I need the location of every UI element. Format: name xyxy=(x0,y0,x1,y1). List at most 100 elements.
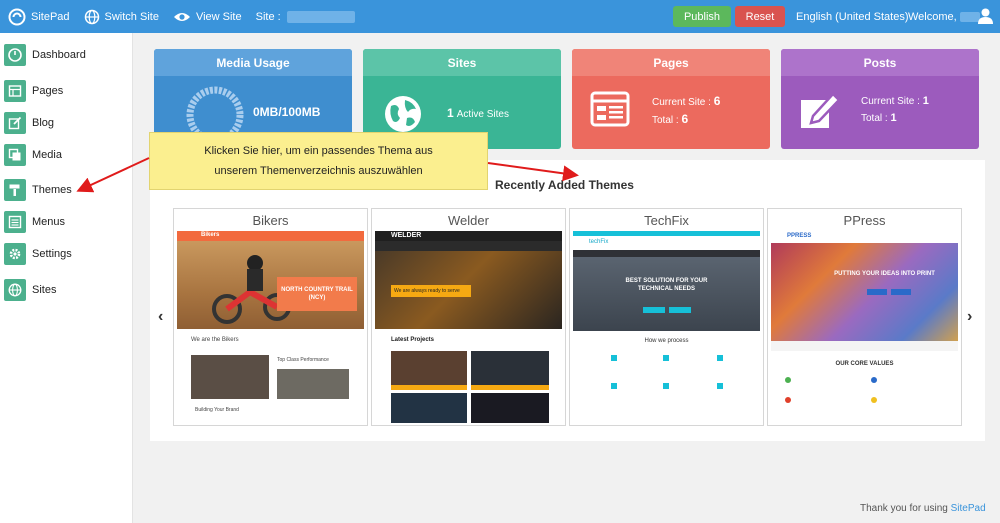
current-site-pages: 6 xyxy=(713,94,721,108)
card-title: Sites xyxy=(363,49,561,76)
dashboard-icon xyxy=(4,44,26,66)
site-name-redacted xyxy=(286,10,355,23)
theme-card-ppress[interactable]: PPress PPRESS PUTTING YOUR IDEAS INTO PR… xyxy=(767,208,962,426)
menus-icon xyxy=(4,211,26,233)
carousel-next-button[interactable]: › xyxy=(967,308,972,326)
card-title: Media Usage xyxy=(154,49,352,76)
sidebar-item-media[interactable]: Media xyxy=(4,143,62,167)
media-usage-value: 0MB/100MB xyxy=(253,105,321,119)
total-label: Total : xyxy=(652,115,679,126)
preview-feature: Top Class Performance xyxy=(277,357,329,363)
language-selector[interactable]: English (United States) xyxy=(796,11,909,23)
theme-preview: PPRESS PUTTING YOUR IDEAS INTO PRINT OUR… xyxy=(771,231,958,423)
sidebar-item-label: Sites xyxy=(32,284,57,296)
theme-name: Bikers xyxy=(252,212,289,228)
pages-card[interactable]: Pages Current Site : 6 Total : 6 xyxy=(572,49,770,149)
gear-icon xyxy=(4,243,26,265)
sidebar-item-label: Settings xyxy=(32,248,72,260)
preview-process: How we process xyxy=(644,338,689,344)
view-site-label: View Site xyxy=(195,10,242,23)
themes-hint-tooltip: Klicken Sie hier, um ein passendes Thema… xyxy=(149,132,488,190)
theme-card-bikers[interactable]: Bikers Bikers NORTH COUNTRY TRAIL (NCY) … xyxy=(173,208,368,426)
theme-name: Welder xyxy=(448,212,489,228)
sidebar-item-label: Media xyxy=(32,149,62,161)
footer-sitepad-link[interactable]: SitePad xyxy=(951,503,986,514)
edit-icon xyxy=(801,92,841,128)
active-sites-label: Active Sites xyxy=(456,109,509,120)
current-site-label: Current Site : xyxy=(652,97,711,108)
reset-button[interactable]: Reset xyxy=(735,6,785,27)
sidebar-item-sites[interactable]: Sites xyxy=(4,278,56,302)
blog-icon xyxy=(4,112,26,134)
preview-build: Building Your Brand xyxy=(195,407,239,413)
tooltip-line-1: Klicken Sie hier, um ein passendes Thema… xyxy=(204,145,433,157)
welcome-text: Welcome, xyxy=(908,11,980,23)
globe-icon xyxy=(385,96,421,132)
recent-themes-title: Recently Added Themes xyxy=(495,178,634,192)
carousel-prev-button[interactable]: ‹ xyxy=(158,308,163,326)
welcome-label: Welcome, xyxy=(908,11,957,23)
media-icon xyxy=(4,144,26,166)
sidebar-item-dashboard[interactable]: Dashboard xyxy=(4,43,86,67)
preview-hero-text: We are always ready to serve xyxy=(394,288,460,294)
theme-name: TechFix xyxy=(644,212,689,228)
preview-values: OUR CORE VALUES xyxy=(835,361,894,367)
pages-stats: Current Site : 6 Total : 6 xyxy=(652,93,720,129)
sidebar-item-settings[interactable]: Settings xyxy=(4,242,72,266)
eye-icon xyxy=(173,12,190,21)
theme-preview: techFix BEST SOLUTION FOR YOUR TECHNICAL… xyxy=(573,231,760,423)
theme-card-techfix[interactable]: TechFix techFix BEST SOLUTION FOR YOUR T… xyxy=(569,208,764,426)
brand[interactable]: SitePad xyxy=(8,8,70,26)
preview-about: We are the Bikers xyxy=(191,337,239,343)
theme-preview: WELDER We are always ready to serve Late… xyxy=(375,231,562,423)
brand-name: SitePad xyxy=(31,10,70,23)
switch-site-link[interactable]: Switch Site xyxy=(84,9,159,25)
sidebar-item-themes[interactable]: Themes xyxy=(4,178,72,202)
user-icon[interactable] xyxy=(978,8,993,24)
site-label: Site : xyxy=(255,10,281,23)
active-sites-count: 1 xyxy=(447,106,454,120)
posts-stats: Current Site : 1 Total : 1 xyxy=(861,93,929,127)
theme-preview: Bikers NORTH COUNTRY TRAIL (NCY) We are … xyxy=(177,231,364,423)
theme-name: PPress xyxy=(843,212,886,228)
sidebar-item-label: Menus xyxy=(32,216,66,228)
sitepad-logo-icon xyxy=(8,8,26,25)
sidebar-item-label: Pages xyxy=(32,85,64,97)
footer-text: Thank you for using xyxy=(860,503,948,514)
preview-hero-text: NORTH COUNTRY TRAIL (NCY) xyxy=(281,287,353,301)
sidebar-item-pages[interactable]: Pages xyxy=(4,79,63,103)
site-selector: Site : xyxy=(255,10,355,23)
view-site-link[interactable]: View Site xyxy=(173,11,242,23)
current-site-label: Current Site : xyxy=(861,96,920,107)
card-title: Pages xyxy=(572,49,770,76)
theme-card-welder[interactable]: Welder WELDER We are always ready to ser… xyxy=(371,208,566,426)
publish-button[interactable]: Publish xyxy=(673,6,731,27)
total-pages: 6 xyxy=(681,112,689,126)
sidebar-item-label: Blog xyxy=(32,117,55,129)
footer: Thank you for using SitePad xyxy=(860,503,986,514)
pages-icon xyxy=(590,91,630,127)
total-posts: 1 xyxy=(890,112,897,124)
sidebar-item-menus[interactable]: Menus xyxy=(4,210,65,234)
preview-logo: techFix xyxy=(589,239,609,245)
sidebar-item-blog[interactable]: Blog xyxy=(4,111,54,135)
switch-site-label: Switch Site xyxy=(104,10,159,23)
card-title: Posts xyxy=(781,49,979,76)
globe-icon xyxy=(4,279,26,301)
pages-icon xyxy=(4,80,26,102)
preview-hero-text: BEST SOLUTION FOR YOUR TECHNICAL NEEDS xyxy=(573,277,760,293)
preview-hero-text: PUTTING YOUR IDEAS INTO PRINT xyxy=(834,271,935,277)
preview-logo: PPRESS xyxy=(787,233,812,239)
sites-count: 1 Active Sites xyxy=(447,106,509,120)
preview-hero-line2: TECHNICAL NEEDS xyxy=(638,286,695,292)
themes-icon xyxy=(4,179,26,201)
globe-icon xyxy=(84,9,99,24)
username-redacted xyxy=(959,12,980,22)
posts-card[interactable]: Posts Current Site : 1 Total : 1 xyxy=(781,49,979,149)
sidebar: Dashboard Pages Blog Media Themes Menus … xyxy=(0,33,133,523)
preview-logo: WELDER xyxy=(391,232,422,239)
preview-logo: Bikers xyxy=(201,232,220,238)
current-site-posts: 1 xyxy=(922,95,929,107)
sidebar-item-label: Themes xyxy=(32,184,72,196)
sidebar-item-label: Dashboard xyxy=(32,49,86,61)
